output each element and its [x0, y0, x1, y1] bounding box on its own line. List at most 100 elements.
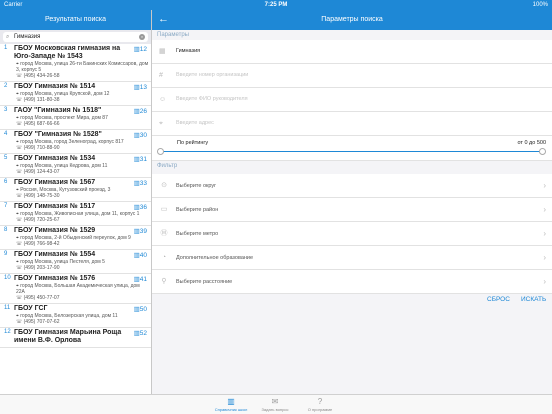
- rating-slider-min-handle[interactable]: [157, 148, 164, 155]
- rating-badge: ▥40: [133, 252, 147, 259]
- params-section-label: Параметры: [157, 32, 189, 38]
- filter-distance-label: Выберите расстояние: [176, 279, 233, 285]
- result-number: 2: [4, 83, 8, 89]
- result-number: 8: [4, 227, 8, 233]
- result-phone: ☏ (495) 434-26-58: [16, 73, 60, 79]
- rating-label: По рейтингу: [177, 140, 209, 146]
- result-item[interactable]: 1 ГБОУ Московская гимназия на Юго-Западе…: [0, 44, 151, 82]
- org-number-placeholder: Введите номер организации: [176, 72, 249, 78]
- back-arrow-icon[interactable]: ←: [158, 10, 169, 28]
- filter-metro-label: Выберите метро: [176, 231, 219, 237]
- result-phone: ☏ (499) 124-43-07: [16, 169, 60, 175]
- result-phone: ☏ (499) 131-80-38: [16, 97, 60, 103]
- chevron-right-icon: ›: [543, 229, 546, 238]
- filter-district-label: Выберите округ: [176, 183, 217, 189]
- result-name: ГБОУ "Гимназия № 1528": [14, 131, 102, 138]
- filter-extra-education[interactable]: ◔ Дополнительное образование ›: [152, 246, 552, 270]
- reset-button[interactable]: СБРОС: [487, 296, 510, 303]
- result-name: ГБОУ Гимназия № 1529: [14, 227, 96, 234]
- result-name: ГБОУ Гимназия № 1567: [14, 179, 96, 186]
- rating-badge: ▥52: [133, 330, 147, 337]
- rating-badge: ▥30: [133, 132, 147, 139]
- search-value: Гимназия: [14, 34, 41, 40]
- tab-about-label: О программе: [307, 407, 333, 412]
- result-number: 11: [4, 305, 11, 311]
- filter-distance[interactable]: ⚲ Выберите расстояние ›: [152, 270, 552, 294]
- district-icon: ⊙: [161, 182, 167, 189]
- result-number: 1: [4, 45, 8, 51]
- rating-slider-max-handle[interactable]: [539, 148, 546, 155]
- result-item[interactable]: 11 ГБОУ ГСГ ▥50 ⌖ город Москва, Белозерс…: [0, 304, 151, 328]
- org-number-field[interactable]: # Введите номер организации: [152, 64, 552, 88]
- map-icon: ▭: [160, 206, 168, 213]
- result-item[interactable]: 3 ГАОУ "Гимназия № 1518" ▥26 ⌖ город Мос…: [0, 106, 151, 130]
- battery-label: 100%: [532, 2, 548, 8]
- result-item[interactable]: 9 ГБОУ Гимназия № 1554 ▥40 ⌖ город Москв…: [0, 250, 151, 274]
- search-button[interactable]: ИСКАТЬ: [521, 296, 546, 303]
- person-icon: ☺: [159, 96, 167, 103]
- result-phone: ☏ (499) 710-88-90: [16, 145, 60, 151]
- result-item[interactable]: 2 ГБОУ Гимназия № 1514 ▥13 ⌖ город Москв…: [0, 82, 151, 106]
- walking-icon: ⚲: [161, 278, 167, 285]
- result-address: ⌖ город Москва, Большая Академическая ул…: [16, 283, 140, 295]
- result-address: ⌖ город Москва, улица 26-ти Бакинских Ко…: [16, 61, 149, 73]
- filter-district[interactable]: ⊙ Выберите округ ›: [152, 174, 552, 198]
- right-panel-header: ← Параметры поиска: [152, 10, 552, 30]
- result-item[interactable]: 8 ГБОУ Гимназия № 1529 ▥39 ⌖ город Москв…: [0, 226, 151, 250]
- chevron-right-icon: ›: [543, 277, 546, 286]
- result-item[interactable]: 5 ГБОУ Гимназия № 1534 ▥31 ⌖ город Москв…: [0, 154, 151, 178]
- result-name: ГБОУ Гимназия № 1517: [14, 203, 96, 210]
- result-item[interactable]: 12 ГБОУ Гимназия Марьина Роща имени В.Ф.…: [0, 328, 151, 348]
- rating-badge: ▥41: [133, 276, 147, 283]
- result-item[interactable]: 4 ГБОУ "Гимназия № 1528" ▥30 ⌖ город Мос…: [0, 130, 151, 154]
- tab-bar: ▥ Справочник школ ✉ Задать вопрос ? О пр…: [0, 394, 552, 414]
- filter-area-label: Выберите район: [176, 207, 219, 213]
- result-item[interactable]: 6 ГБОУ Гимназия № 1567 ▥33 ⌖ Россия, Мос…: [0, 178, 151, 202]
- result-name: ГБОУ Гимназия № 1576: [14, 275, 96, 282]
- chevron-right-icon: ›: [543, 205, 546, 214]
- result-phone: ☏ (499) 720-25-67: [16, 217, 60, 223]
- chevron-right-icon: ›: [543, 253, 546, 262]
- rating-badge: ▥36: [133, 204, 147, 211]
- name-field[interactable]: ▦ Гимназия: [152, 40, 552, 64]
- result-name: ГБОУ Гимназия Марьина Роща имени В.Ф. Ор…: [14, 329, 122, 344]
- name-field-value: Гимназия: [176, 48, 201, 54]
- search-bar: ⌕ Гимназия ×: [0, 30, 151, 44]
- result-number: 4: [4, 131, 8, 137]
- address-field[interactable]: ⌖ Введите адрес: [152, 112, 552, 136]
- result-number: 6: [4, 179, 8, 185]
- rating-range: от 0 до 500: [517, 140, 546, 146]
- chevron-right-icon: ›: [543, 181, 546, 190]
- rating-slider-track[interactable]: [160, 151, 542, 152]
- result-number: 10: [4, 275, 11, 281]
- filter-metro[interactable]: Ⓜ Выберите метро ›: [152, 222, 552, 246]
- rating-badge: ▥33: [133, 180, 147, 187]
- director-placeholder: Введите ФИО руководителя: [176, 96, 248, 102]
- tab-about[interactable]: ? О программе: [290, 397, 350, 412]
- search-input[interactable]: ⌕ Гимназия ×: [3, 32, 148, 42]
- search-icon: ⌕: [6, 34, 10, 40]
- rating-badge: ▥13: [133, 84, 147, 91]
- rating-badge: ▥12: [133, 46, 147, 53]
- result-name: ГБОУ Гимназия № 1534: [14, 155, 96, 162]
- question-icon: ?: [317, 397, 323, 406]
- education-icon: ◔: [161, 254, 167, 261]
- result-name: ГАОУ "Гимназия № 1518": [14, 107, 102, 114]
- result-item[interactable]: 7 ГБОУ Гимназия № 1517 ▥36 ⌖ город Москв…: [0, 202, 151, 226]
- metro-icon: Ⓜ: [160, 230, 168, 237]
- result-number: 7: [4, 203, 8, 209]
- result-phone: ☏ (495) 707-07-62: [16, 319, 60, 325]
- location-icon: ⌖: [159, 120, 163, 127]
- right-panel-title: Параметры поиска: [321, 16, 383, 23]
- filter-area[interactable]: ▭ Выберите район ›: [152, 198, 552, 222]
- result-number: 9: [4, 251, 8, 257]
- result-phone: ☏ (499) 203-17-90: [16, 265, 60, 271]
- clear-icon[interactable]: ×: [139, 34, 145, 40]
- rating-badge: ▥50: [133, 306, 147, 313]
- clock: 7:25 PM: [264, 2, 288, 8]
- result-item[interactable]: 10 ГБОУ Гимназия № 1576 ▥41 ⌖ город Моск…: [0, 274, 151, 304]
- result-phone: ☏ (499) 148-75-30: [16, 193, 60, 199]
- director-field[interactable]: ☺ Введите ФИО руководителя: [152, 88, 552, 112]
- rating-filter: По рейтингу от 0 до 500: [152, 136, 552, 161]
- results-list: 1 ГБОУ Московская гимназия на Юго-Западе…: [0, 44, 151, 394]
